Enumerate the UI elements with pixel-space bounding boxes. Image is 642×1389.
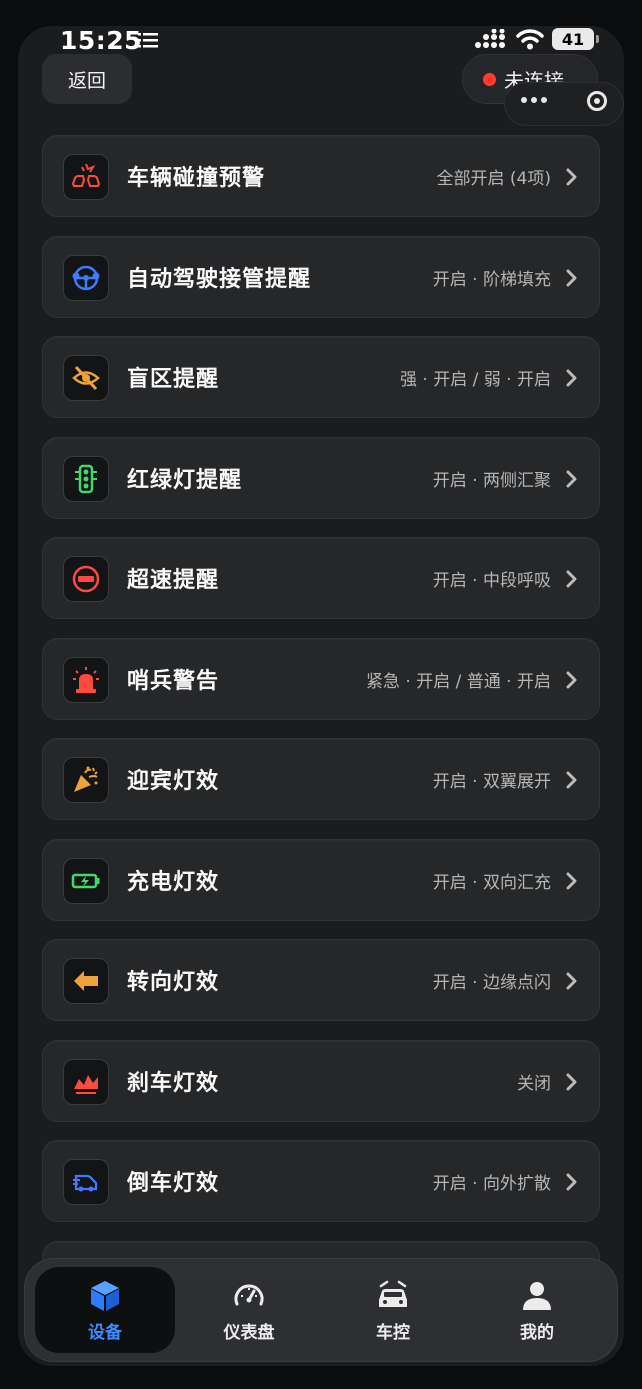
chevron-right-icon: [566, 570, 577, 588]
eye-slash-icon: [63, 355, 109, 401]
setting-value: 开启 · 边缘点闪: [432, 973, 551, 993]
cube-icon: [91, 1280, 119, 1311]
setting-value: 开启 · 中段呼吸: [432, 571, 551, 591]
battery-icon: 41: [552, 28, 599, 50]
setting-title: 自动驾驶接管提醒: [127, 266, 312, 292]
setting-row-autopilot-takeover[interactable]: 自动驾驶接管提醒 开启 · 阶梯填充: [42, 235, 600, 318]
setting-value: 开启 · 两侧汇聚: [432, 470, 551, 491]
cellular-signal-icon: [475, 29, 505, 48]
setting-title: 哨兵警告: [127, 668, 220, 694]
mini-program-capsule: [504, 82, 624, 126]
setting-row-sentry[interactable]: 哨兵警告 紧急 · 开启 / 普通 · 开启: [42, 637, 600, 720]
steering-wheel-hands-icon: [63, 254, 109, 301]
party-popper-icon: [63, 757, 109, 803]
status-indicators: 41: [474, 28, 599, 50]
setting-title: 充电灯效: [127, 869, 220, 895]
tab-dashboard[interactable]: 仪表盘: [179, 1267, 319, 1353]
person-icon: [523, 1281, 551, 1310]
setting-row-welcome-light[interactable]: 迎宾灯效 开启 · 双翼展开: [42, 738, 600, 820]
chevron-right-icon: [566, 671, 577, 688]
setting-row-speeding[interactable]: 超速提醒 开启 · 中段呼吸: [42, 537, 600, 619]
back-button[interactable]: 返回: [42, 54, 132, 104]
chevron-right-icon: [566, 168, 577, 186]
setting-title: 红绿灯提醒: [127, 467, 243, 493]
setting-title: 车辆碰撞预警: [127, 166, 266, 191]
setting-row-reverse-light[interactable]: 倒车灯效 开启 · 向外扩散: [42, 1140, 600, 1222]
setting-row-blind-spot[interactable]: 盲区提醒 强 · 开启 / 弱 · 开启: [42, 336, 600, 418]
list-icon: [138, 33, 158, 48]
wifi-icon: [516, 29, 544, 50]
tab-label: 我的: [520, 1322, 554, 1343]
setting-row-charging-light[interactable]: 充电灯效 开启 · 双向汇充: [42, 838, 600, 921]
setting-title: 刹车灯效: [127, 1070, 220, 1096]
tab-vehicle-control[interactable]: 车控: [323, 1267, 463, 1353]
close-target-icon[interactable]: [587, 91, 607, 111]
collision-warning-icon: [63, 154, 109, 200]
speedometer-icon: [234, 1284, 264, 1305]
bottom-tab-bar: 设备 仪表盘 车控 我的: [24, 1258, 618, 1362]
chevron-right-icon: [566, 1073, 577, 1090]
setting-row-brake-light[interactable]: 刹车灯效 关闭: [42, 1039, 600, 1122]
chevron-right-icon: [566, 470, 577, 487]
setting-title: 迎宾灯效: [127, 769, 220, 794]
tab-label: 车控: [376, 1322, 410, 1343]
battery-level: 41: [561, 29, 585, 49]
status-dot: [483, 72, 496, 86]
setting-value: 开启 · 双翼展开: [432, 772, 551, 792]
setting-title: 转向灯效: [127, 970, 220, 995]
setting-value: 紧急 · 开启 / 普通 · 开启: [366, 671, 551, 692]
no-entry-icon: [63, 556, 109, 602]
chevron-right-icon: [566, 1173, 577, 1191]
siren-icon: [63, 656, 109, 703]
setting-title: 超速提醒: [127, 568, 220, 593]
setting-row-traffic-light[interactable]: 红绿灯提醒 开启 · 两侧汇聚: [42, 436, 600, 519]
setting-value: 开启 · 向外扩散: [432, 1174, 551, 1194]
settings-list: 车辆碰撞预警 全部开启 (4项) 自动驾驶接管提醒 开启 · 阶梯填充 盲区提醒…: [42, 135, 600, 1281]
chevron-right-icon: [566, 972, 577, 990]
tab-mine[interactable]: 我的: [467, 1267, 607, 1353]
setting-row-turn-signal[interactable]: 转向灯效 开启 · 边缘点闪: [42, 939, 600, 1021]
setting-value: 关闭: [517, 1073, 551, 1094]
arrow-left-icon: [63, 958, 109, 1004]
car-icon: [379, 1280, 407, 1307]
tab-label: 设备: [88, 1322, 122, 1343]
tab-device[interactable]: 设备: [35, 1267, 175, 1353]
chevron-right-icon: [566, 269, 577, 286]
tab-label: 仪表盘: [223, 1322, 275, 1343]
chevron-right-icon: [566, 771, 577, 789]
setting-title: 倒车灯效: [127, 1171, 220, 1196]
setting-row-collision-warning[interactable]: 车辆碰撞预警 全部开启 (4项): [42, 135, 600, 217]
setting-title: 盲区提醒: [127, 367, 220, 392]
more-icon[interactable]: [521, 97, 547, 103]
chevron-right-icon: [566, 369, 577, 387]
brake-light-icon: [63, 1058, 109, 1105]
chevron-right-icon: [566, 872, 577, 889]
reverse-car-icon: [63, 1159, 109, 1205]
traffic-light-icon: [63, 455, 109, 502]
phone-screen: 15:25 41 返回 未连接 车辆碰撞预警 全部开启 (4项) 自动驾驶接管提…: [18, 26, 624, 1366]
battery-charging-icon: [63, 857, 109, 904]
status-time: 15:25: [60, 26, 143, 55]
setting-value: 开启 · 双向汇充: [432, 872, 551, 893]
setting-value: 开启 · 阶梯填充: [432, 269, 551, 290]
setting-value: 全部开启 (4项): [436, 169, 551, 189]
setting-value: 强 · 开启 / 弱 · 开启: [400, 370, 551, 390]
